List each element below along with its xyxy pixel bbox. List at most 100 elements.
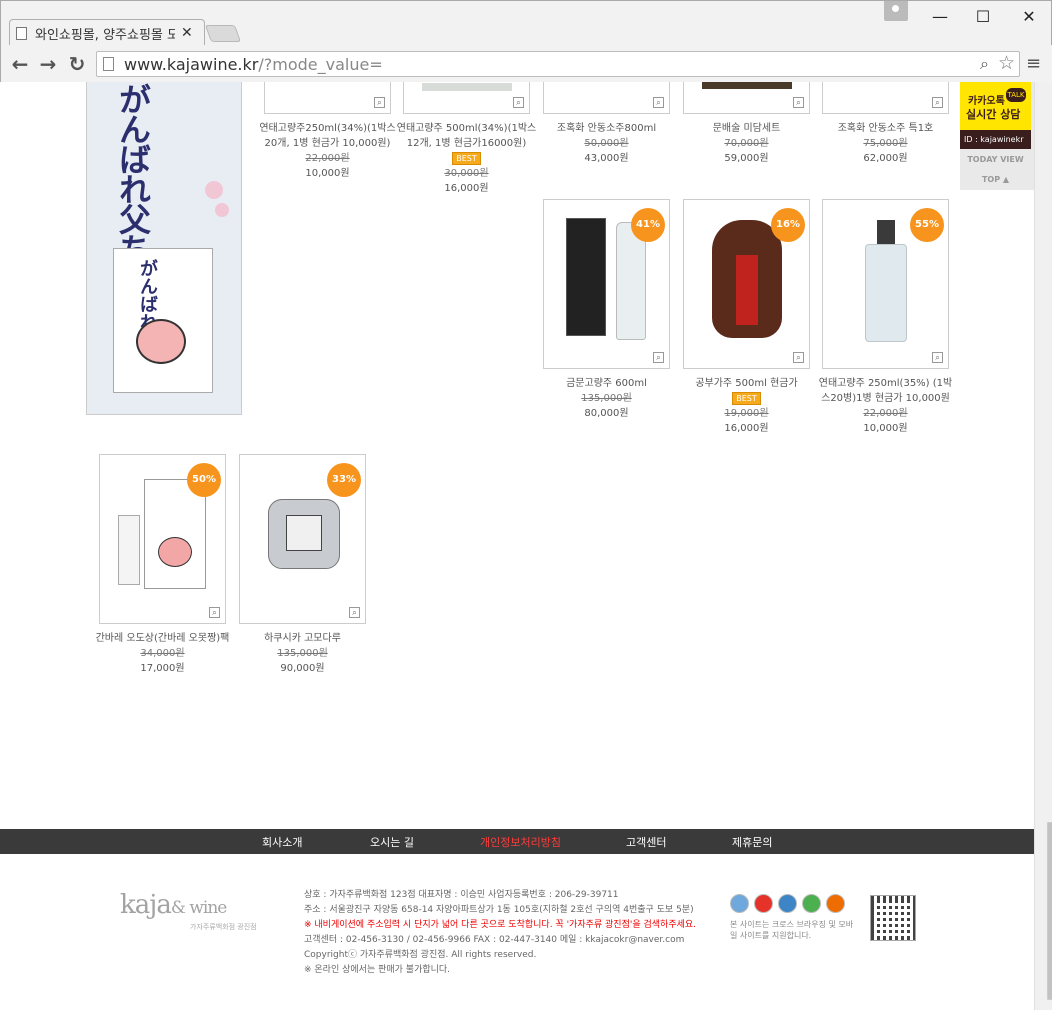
close-tab-icon[interactable]: ✕	[181, 25, 193, 41]
discount-badge: 50%	[187, 463, 221, 497]
product-card[interactable]: 41% ⌕ 금문고량주 600ml 135,000원 80,000원	[534, 199, 679, 421]
product-pack-image: がんばれ	[113, 248, 213, 393]
product-card[interactable]: ⌕ 조혹화 안동소주 특1호 75,000원 62,000원	[813, 82, 958, 166]
kakao-line2: 실시간 상담	[966, 108, 1021, 121]
magnify-icon[interactable]: ⌕	[374, 97, 385, 108]
original-price: 22,000원	[305, 153, 350, 164]
chrome-icon	[802, 894, 821, 913]
gift-box-image	[566, 218, 606, 336]
magnify-icon[interactable]: ⌕	[793, 352, 804, 363]
browser-tab[interactable]: 와인쇼핑몰, 양주쇼핑몰 도 ✕	[9, 19, 205, 46]
product-card[interactable]: ⌕ 문배술 미담세트 70,000원 59,000원	[674, 82, 819, 166]
footer-link-directions[interactable]: 오시는 길	[370, 834, 414, 850]
product-card[interactable]: 55% ⌕ 연태고량주 250ml(35%) (1박스20병)1병 현금가 10…	[813, 199, 958, 436]
magnify-icon[interactable]: ⌕	[513, 97, 524, 108]
address-bar[interactable]: www.kajawine.kr/?mode_value= ⌕ ☆	[96, 51, 1020, 77]
magnify-icon[interactable]: ⌕	[349, 607, 360, 618]
product-thumbnail[interactable]: 55% ⌕	[822, 199, 949, 369]
discount-badge: 33%	[327, 463, 361, 497]
kakao-id: ID : kajawinekr	[960, 130, 1031, 149]
scrollbar-thumb[interactable]	[1047, 822, 1052, 1000]
top-link[interactable]: TOP ▲	[960, 175, 1031, 184]
product-thumbnail[interactable]: 33% ⌕	[239, 454, 366, 624]
magnify-icon[interactable]: ⌕	[653, 352, 664, 363]
discount-badge: 55%	[910, 208, 944, 242]
magnify-icon[interactable]: ⌕	[653, 97, 664, 108]
footer-link-support[interactable]: 고객센터	[626, 834, 666, 850]
bookmark-star-icon[interactable]: ☆	[998, 52, 1015, 74]
sale-price: 16,000원	[444, 183, 489, 194]
product-card[interactable]: 16% ⌕ 공부가주 500ml 현금가 BEST 19,000원 16,000…	[674, 199, 819, 436]
new-tab-button[interactable]	[204, 25, 242, 42]
talk-icon: TALK	[1006, 88, 1026, 102]
sale-price: 17,000원	[140, 663, 185, 674]
cup-image	[118, 515, 140, 585]
product-card[interactable]: ⌕ 조혹화 안동소주800ml 50,000원 43,000원	[534, 82, 679, 166]
reload-icon[interactable]: ↻	[64, 51, 90, 77]
gift-set-image	[702, 82, 792, 89]
zoom-icon[interactable]: ⌕	[980, 54, 989, 74]
footer-link-company[interactable]: 회사소개	[262, 834, 302, 850]
sale-price: 62,000원	[863, 153, 908, 164]
minimize-icon[interactable]: —	[926, 1, 954, 31]
bottle-image	[422, 83, 512, 91]
side-banner[interactable]: がんばれ父ちゃん がんばれ	[86, 82, 242, 415]
product-thumbnail[interactable]: ⌕	[403, 82, 530, 114]
product-thumbnail[interactable]: 16% ⌕	[683, 199, 810, 369]
product-card[interactable]: ⌕ 연태고량주 500ml(34%)(1박스12개, 1병 현금가16000원)…	[394, 82, 539, 196]
product-name[interactable]: 금문고량주 600ml	[534, 376, 679, 391]
document-icon	[16, 26, 27, 40]
discount-badge: 41%	[631, 208, 665, 242]
magnify-icon[interactable]: ⌕	[209, 607, 220, 618]
browser-chrome: 와인쇼핑몰, 양주쇼핑몰 도 ✕ — ☐ ✕ ← → ↻ www.kajawin…	[0, 0, 1052, 83]
back-arrow-icon[interactable]: ←	[7, 51, 33, 77]
copyright: Copyrightⓒ 가자주류백화점 광진점. All rights reser…	[304, 950, 537, 960]
product-name[interactable]: 하쿠시카 고모다루	[230, 631, 375, 646]
original-price: 30,000원	[444, 168, 489, 179]
product-name[interactable]: 조혹화 안동소주800ml	[534, 121, 679, 136]
navigation-notice: ※ 내비게이션에 주소입력 시 단지가 넓어 다른 곳으로 도착합니다. 꼭 '…	[304, 920, 697, 930]
product-thumbnail[interactable]: 50% ⌕	[99, 454, 226, 624]
footer-link-privacy[interactable]: 개인정보처리방침	[480, 834, 561, 850]
maximize-icon[interactable]: ☐	[969, 1, 997, 31]
product-name[interactable]: 연태고량주250ml(34%)(1박스20개, 1병 현금가 10,000원)	[255, 121, 400, 151]
product-name[interactable]: 간바레 오도상(간바레 오못짱)팩	[90, 631, 235, 646]
product-thumbnail[interactable]: ⌕	[822, 82, 949, 114]
original-price: 75,000원	[863, 138, 908, 149]
product-name[interactable]: 조혹화 안동소주 특1호	[813, 121, 958, 136]
product-card[interactable]: 50% ⌕ 간바레 오도상(간바레 오못짱)팩 34,000원 17,000원	[90, 454, 235, 676]
safari-icon	[730, 894, 749, 913]
opera-icon	[754, 894, 773, 913]
product-card[interactable]: ⌕ 연태고량주250ml(34%)(1박스20개, 1병 현금가 10,000원…	[255, 82, 400, 181]
product-thumbnail[interactable]: 41% ⌕	[543, 199, 670, 369]
best-badge: BEST	[732, 392, 761, 405]
profile-icon[interactable]	[884, 1, 908, 21]
browser-support: 본 사이트는 크로스 브라우징 및 모바일 사이트를 지원합니다.	[730, 894, 860, 941]
original-price: 135,000원	[277, 648, 328, 659]
menu-icon[interactable]: ≡	[1026, 53, 1041, 74]
product-card[interactable]: 33% ⌕ 하쿠시카 고모다루 135,000원 90,000원	[230, 454, 375, 676]
magnify-icon[interactable]: ⌕	[932, 352, 943, 363]
magnify-icon[interactable]: ⌕	[793, 97, 804, 108]
product-name[interactable]: 공부가주 500ml 현금가	[674, 376, 819, 391]
kakao-line1: 카카오톡	[968, 96, 1005, 107]
face-illustration	[158, 537, 192, 567]
close-window-icon[interactable]: ✕	[1015, 1, 1043, 31]
product-name[interactable]: 연태고량주 500ml(34%)(1박스12개, 1병 현금가16000원)	[394, 121, 539, 151]
footer-nav: 회사소개 오시는 길 개인정보처리방침 고객센터 제휴문의	[0, 829, 1034, 854]
quick-menu: 카카오톡 TALK 실시간 상담 ID : kajawinekr TODAY V…	[960, 82, 1034, 190]
product-name[interactable]: 문배술 미담세트	[674, 121, 819, 136]
toolbar: ← → ↻ www.kajawine.kr/?mode_value= ⌕ ☆ ≡	[1, 45, 1052, 83]
today-view-link[interactable]: TODAY VIEW	[960, 155, 1031, 164]
original-price: 50,000원	[584, 138, 629, 149]
scrollbar[interactable]	[1034, 82, 1052, 1010]
original-price: 70,000원	[724, 138, 769, 149]
magnify-icon[interactable]: ⌕	[932, 97, 943, 108]
product-thumbnail[interactable]: ⌕	[264, 82, 391, 114]
forward-arrow-icon[interactable]: →	[35, 51, 61, 77]
kakao-talk-banner[interactable]: 카카오톡 TALK 실시간 상담 ID : kajawinekr	[960, 82, 1031, 149]
product-name[interactable]: 연태고량주 250ml(35%) (1박스20병)1병 현금가 10,000원	[813, 376, 958, 406]
product-thumbnail[interactable]: ⌕	[543, 82, 670, 114]
product-thumbnail[interactable]: ⌕	[683, 82, 810, 114]
footer-link-partnership[interactable]: 제휴문의	[732, 834, 772, 850]
